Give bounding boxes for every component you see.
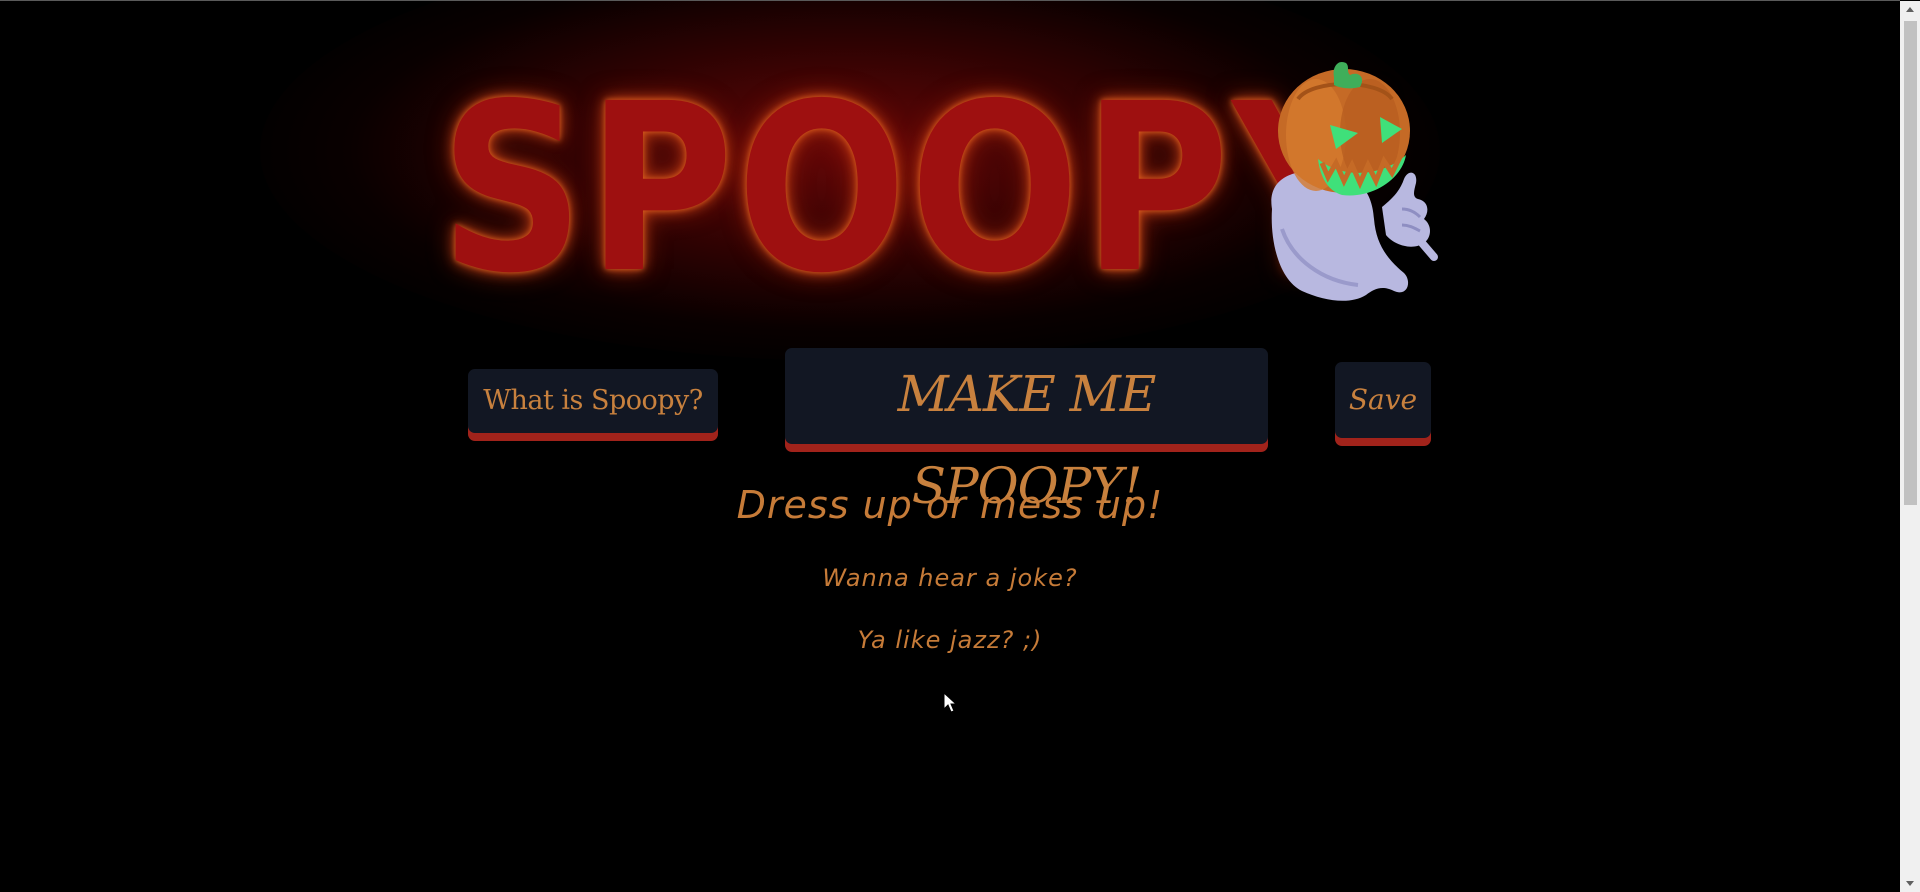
vertical-scrollbar[interactable] — [1900, 1, 1920, 892]
mouse-pointer-icon — [943, 692, 957, 713]
joke-line-2: Ya like jazz? ;) — [857, 626, 1043, 654]
save-button[interactable]: Save — [1335, 362, 1431, 438]
chevron-up-icon[interactable] — [1900, 1, 1920, 18]
chevron-down-icon[interactable] — [1900, 875, 1920, 892]
make-me-spoopy-button[interactable]: MAKE ME SPOOPY! — [785, 348, 1268, 515]
page-content: SPOOPY What is Spoopy? MAKE ME SPOOPY! S… — [0, 1, 1900, 892]
site-logo: SPOOPY — [440, 54, 1381, 324]
ghost-pumpkin-icon — [1271, 61, 1438, 301]
page-heading: Dress up or mess up! — [736, 483, 1164, 527]
logo-text: SPOOPY — [440, 54, 1381, 324]
scrollbar-thumb[interactable] — [1904, 21, 1917, 505]
joke-line-1: Wanna hear a joke? — [822, 564, 1078, 592]
what-is-spoopy-button[interactable]: What is Spoopy? — [468, 369, 718, 433]
